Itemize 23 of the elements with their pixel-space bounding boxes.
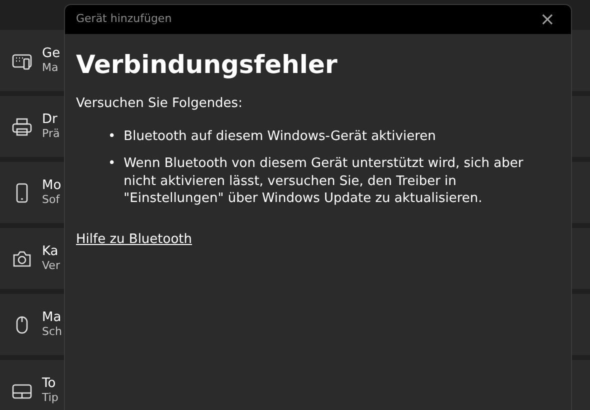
dialog-heading: Verbindungsfehler	[76, 50, 338, 80]
printer-icon	[12, 116, 32, 136]
row-subtitle: Ver	[42, 260, 60, 272]
close-button[interactable]: ×	[536, 10, 559, 28]
camera-icon	[12, 248, 32, 268]
step-text: Bluetooth auf diesem Windows-Gerät aktivieren	[124, 128, 437, 146]
row-subtitle: Sch	[42, 326, 62, 338]
step-text: Wenn Bluetooth von diesem Gerät unterstützt wird, sich aber nicht aktivieren lässt, versuchen Sie, den Treiber in "Einstellungen" über Windows Update zu aktualisieren.	[124, 155, 524, 208]
row-title: Ge	[42, 46, 60, 62]
row-subtitle: Ma	[42, 62, 60, 74]
row-subtitle: Sof	[42, 194, 61, 206]
row-title: To	[42, 376, 57, 392]
intro-text: Versuchen Sie Folgendes:	[76, 95, 244, 113]
row-title: Ka	[42, 244, 60, 260]
bullet: •	[108, 128, 116, 146]
row-subtitle: Tip	[42, 392, 58, 404]
bullet: •	[108, 155, 116, 174]
help-link[interactable]: Hilfe zu Bluetooth	[76, 232, 192, 247]
row-title: Dr	[42, 112, 58, 128]
row-title: Ma	[42, 310, 62, 326]
row-subtitle: Prä	[42, 128, 60, 140]
row-title: Mo	[42, 178, 62, 194]
dialog-title: Gerät hinzufügen	[76, 11, 172, 28]
